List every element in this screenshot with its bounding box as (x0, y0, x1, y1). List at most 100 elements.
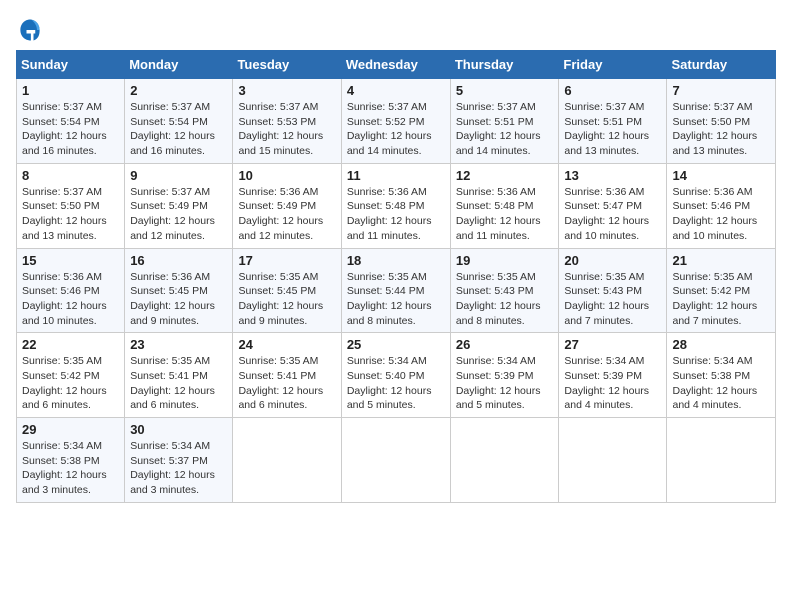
day-cell-13: 13 Sunrise: 5:36 AMSunset: 5:47 PMDaylig… (559, 163, 667, 248)
day-number: 23 (130, 337, 227, 352)
day-cell-6: 6 Sunrise: 5:37 AMSunset: 5:51 PMDayligh… (559, 79, 667, 164)
day-number: 8 (22, 168, 119, 183)
day-number: 9 (130, 168, 227, 183)
day-number: 16 (130, 253, 227, 268)
day-number: 11 (347, 168, 445, 183)
day-number: 24 (238, 337, 335, 352)
day-number: 19 (456, 253, 554, 268)
col-header-thursday: Thursday (450, 51, 559, 79)
day-number: 17 (238, 253, 335, 268)
day-info: Sunrise: 5:37 AMSunset: 5:54 PMDaylight:… (130, 101, 215, 157)
day-cell-9: 9 Sunrise: 5:37 AMSunset: 5:49 PMDayligh… (125, 163, 233, 248)
day-number: 6 (564, 83, 661, 98)
day-info: Sunrise: 5:34 AMSunset: 5:39 PMDaylight:… (456, 355, 541, 411)
day-cell-27: 27 Sunrise: 5:34 AMSunset: 5:39 PMDaylig… (559, 333, 667, 418)
col-header-sunday: Sunday (17, 51, 125, 79)
day-cell-8: 8 Sunrise: 5:37 AMSunset: 5:50 PMDayligh… (17, 163, 125, 248)
col-header-friday: Friday (559, 51, 667, 79)
empty-cell (233, 418, 341, 503)
day-number: 10 (238, 168, 335, 183)
day-cell-3: 3 Sunrise: 5:37 AMSunset: 5:53 PMDayligh… (233, 79, 341, 164)
day-info: Sunrise: 5:34 AMSunset: 5:39 PMDaylight:… (564, 355, 649, 411)
day-info: Sunrise: 5:36 AMSunset: 5:49 PMDaylight:… (238, 186, 323, 242)
day-info: Sunrise: 5:35 AMSunset: 5:41 PMDaylight:… (238, 355, 323, 411)
day-number: 29 (22, 422, 119, 437)
day-info: Sunrise: 5:34 AMSunset: 5:38 PMDaylight:… (22, 440, 107, 496)
week-row-4: 22 Sunrise: 5:35 AMSunset: 5:42 PMDaylig… (17, 333, 776, 418)
week-row-3: 15 Sunrise: 5:36 AMSunset: 5:46 PMDaylig… (17, 248, 776, 333)
empty-cell (341, 418, 450, 503)
day-number: 15 (22, 253, 119, 268)
day-number: 28 (672, 337, 770, 352)
day-number: 21 (672, 253, 770, 268)
day-number: 4 (347, 83, 445, 98)
day-info: Sunrise: 5:34 AMSunset: 5:38 PMDaylight:… (672, 355, 757, 411)
day-cell-10: 10 Sunrise: 5:36 AMSunset: 5:49 PMDaylig… (233, 163, 341, 248)
day-cell-2: 2 Sunrise: 5:37 AMSunset: 5:54 PMDayligh… (125, 79, 233, 164)
day-info: Sunrise: 5:37 AMSunset: 5:52 PMDaylight:… (347, 101, 432, 157)
day-number: 20 (564, 253, 661, 268)
day-info: Sunrise: 5:37 AMSunset: 5:49 PMDaylight:… (130, 186, 215, 242)
day-cell-21: 21 Sunrise: 5:35 AMSunset: 5:42 PMDaylig… (667, 248, 776, 333)
day-number: 30 (130, 422, 227, 437)
day-cell-26: 26 Sunrise: 5:34 AMSunset: 5:39 PMDaylig… (450, 333, 559, 418)
day-info: Sunrise: 5:35 AMSunset: 5:43 PMDaylight:… (456, 271, 541, 327)
day-cell-5: 5 Sunrise: 5:37 AMSunset: 5:51 PMDayligh… (450, 79, 559, 164)
day-info: Sunrise: 5:34 AMSunset: 5:37 PMDaylight:… (130, 440, 215, 496)
day-number: 1 (22, 83, 119, 98)
page-header (16, 16, 776, 44)
day-cell-23: 23 Sunrise: 5:35 AMSunset: 5:41 PMDaylig… (125, 333, 233, 418)
day-cell-4: 4 Sunrise: 5:37 AMSunset: 5:52 PMDayligh… (341, 79, 450, 164)
day-cell-1: 1 Sunrise: 5:37 AMSunset: 5:54 PMDayligh… (17, 79, 125, 164)
day-info: Sunrise: 5:34 AMSunset: 5:40 PMDaylight:… (347, 355, 432, 411)
day-number: 13 (564, 168, 661, 183)
day-info: Sunrise: 5:37 AMSunset: 5:50 PMDaylight:… (672, 101, 757, 157)
day-cell-18: 18 Sunrise: 5:35 AMSunset: 5:44 PMDaylig… (341, 248, 450, 333)
empty-cell (450, 418, 559, 503)
day-info: Sunrise: 5:35 AMSunset: 5:45 PMDaylight:… (238, 271, 323, 327)
day-number: 3 (238, 83, 335, 98)
day-number: 2 (130, 83, 227, 98)
day-info: Sunrise: 5:37 AMSunset: 5:53 PMDaylight:… (238, 101, 323, 157)
day-number: 18 (347, 253, 445, 268)
day-cell-7: 7 Sunrise: 5:37 AMSunset: 5:50 PMDayligh… (667, 79, 776, 164)
day-info: Sunrise: 5:35 AMSunset: 5:42 PMDaylight:… (22, 355, 107, 411)
col-header-saturday: Saturday (667, 51, 776, 79)
day-number: 27 (564, 337, 661, 352)
col-header-wednesday: Wednesday (341, 51, 450, 79)
day-cell-19: 19 Sunrise: 5:35 AMSunset: 5:43 PMDaylig… (450, 248, 559, 333)
day-info: Sunrise: 5:36 AMSunset: 5:45 PMDaylight:… (130, 271, 215, 327)
day-cell-30: 30 Sunrise: 5:34 AMSunset: 5:37 PMDaylig… (125, 418, 233, 503)
day-info: Sunrise: 5:37 AMSunset: 5:50 PMDaylight:… (22, 186, 107, 242)
empty-cell (667, 418, 776, 503)
day-info: Sunrise: 5:36 AMSunset: 5:48 PMDaylight:… (347, 186, 432, 242)
calendar-table: SundayMondayTuesdayWednesdayThursdayFrid… (16, 50, 776, 503)
day-info: Sunrise: 5:36 AMSunset: 5:46 PMDaylight:… (22, 271, 107, 327)
col-header-monday: Monday (125, 51, 233, 79)
day-info: Sunrise: 5:35 AMSunset: 5:42 PMDaylight:… (672, 271, 757, 327)
empty-cell (559, 418, 667, 503)
day-cell-12: 12 Sunrise: 5:36 AMSunset: 5:48 PMDaylig… (450, 163, 559, 248)
week-row-1: 1 Sunrise: 5:37 AMSunset: 5:54 PMDayligh… (17, 79, 776, 164)
day-number: 25 (347, 337, 445, 352)
week-row-2: 8 Sunrise: 5:37 AMSunset: 5:50 PMDayligh… (17, 163, 776, 248)
day-cell-22: 22 Sunrise: 5:35 AMSunset: 5:42 PMDaylig… (17, 333, 125, 418)
day-cell-17: 17 Sunrise: 5:35 AMSunset: 5:45 PMDaylig… (233, 248, 341, 333)
day-info: Sunrise: 5:37 AMSunset: 5:51 PMDaylight:… (456, 101, 541, 157)
day-info: Sunrise: 5:35 AMSunset: 5:44 PMDaylight:… (347, 271, 432, 327)
day-cell-16: 16 Sunrise: 5:36 AMSunset: 5:45 PMDaylig… (125, 248, 233, 333)
day-number: 7 (672, 83, 770, 98)
day-number: 5 (456, 83, 554, 98)
day-info: Sunrise: 5:37 AMSunset: 5:51 PMDaylight:… (564, 101, 649, 157)
col-header-tuesday: Tuesday (233, 51, 341, 79)
day-cell-28: 28 Sunrise: 5:34 AMSunset: 5:38 PMDaylig… (667, 333, 776, 418)
day-number: 12 (456, 168, 554, 183)
day-info: Sunrise: 5:36 AMSunset: 5:47 PMDaylight:… (564, 186, 649, 242)
week-row-5: 29 Sunrise: 5:34 AMSunset: 5:38 PMDaylig… (17, 418, 776, 503)
day-number: 26 (456, 337, 554, 352)
day-cell-25: 25 Sunrise: 5:34 AMSunset: 5:40 PMDaylig… (341, 333, 450, 418)
day-cell-20: 20 Sunrise: 5:35 AMSunset: 5:43 PMDaylig… (559, 248, 667, 333)
day-info: Sunrise: 5:37 AMSunset: 5:54 PMDaylight:… (22, 101, 107, 157)
day-cell-24: 24 Sunrise: 5:35 AMSunset: 5:41 PMDaylig… (233, 333, 341, 418)
day-info: Sunrise: 5:35 AMSunset: 5:43 PMDaylight:… (564, 271, 649, 327)
